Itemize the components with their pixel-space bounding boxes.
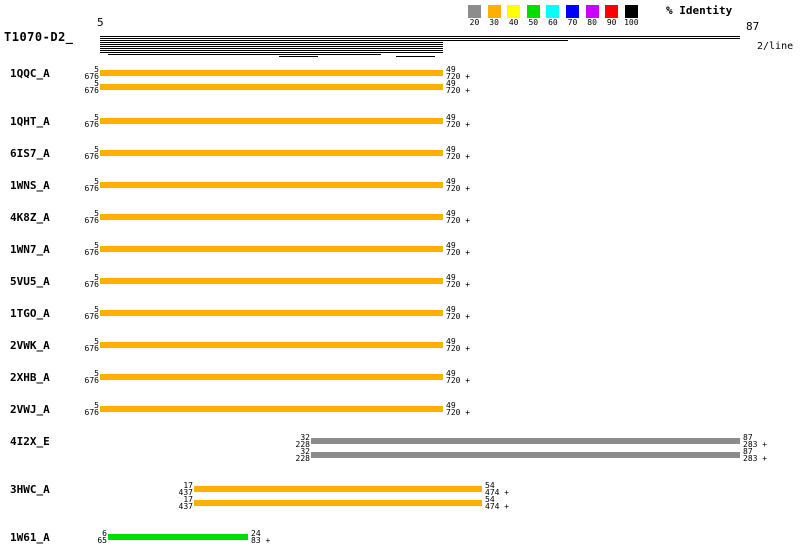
alignment-bar-2VWJ_A[interactable]: [100, 406, 443, 412]
row-label-2VWJ_A[interactable]: 2VWJ_A: [10, 404, 50, 415]
template-start: 676: [85, 217, 99, 225]
template-start: 228: [296, 455, 310, 463]
row-label-4I2X_E[interactable]: 4I2X_E: [10, 436, 50, 447]
template-end-strand: 720 +: [446, 87, 470, 95]
ruler-start-tick: 5: [97, 16, 104, 29]
template-end-strand: 720 +: [446, 217, 470, 225]
alignment-bar-1QQC_A[interactable]: [100, 84, 443, 90]
template-start: 676: [85, 185, 99, 193]
legend-swatch-70: [566, 5, 579, 18]
template-start: 676: [85, 87, 99, 95]
ruler-line-segment: [100, 44, 443, 45]
template-start: 676: [85, 281, 99, 289]
ruler-line-segment: [100, 48, 443, 49]
row-label-2VWK_A[interactable]: 2VWK_A: [10, 340, 50, 351]
template-end-strand: 720 +: [446, 377, 470, 385]
legend-swatch-60: [546, 5, 559, 18]
page-title: T1070-D2_: [4, 30, 74, 44]
alignment-bar-2XHB_A[interactable]: [100, 374, 443, 380]
alignment-bar-4I2X_E[interactable]: [311, 438, 740, 444]
row-label-1QHT_A[interactable]: 1QHT_A: [10, 116, 50, 127]
legend-swatch-40: [507, 5, 520, 18]
legend-swatch-50: [527, 5, 540, 18]
ruler-line-segment: [279, 56, 318, 57]
alignment-bar-3HWC_A[interactable]: [194, 500, 482, 506]
template-end-strand: 720 +: [446, 185, 470, 193]
wrap-note-label: 2/line: [757, 41, 793, 52]
alignment-bar-4K8Z_A[interactable]: [100, 214, 443, 220]
template-end-strand: 474 +: [485, 503, 509, 511]
ruler-line-segment: [100, 50, 443, 51]
row-label-2XHB_A[interactable]: 2XHB_A: [10, 372, 50, 383]
template-end-strand: 720 +: [446, 281, 470, 289]
row-label-3HWC_A[interactable]: 3HWC_A: [10, 484, 50, 495]
ruler-line-segment: [100, 36, 740, 37]
template-start: 676: [85, 153, 99, 161]
template-end-strand: 720 +: [446, 345, 470, 353]
alignment-bar-2VWK_A[interactable]: [100, 342, 443, 348]
template-start: 676: [85, 121, 99, 129]
template-start: 676: [85, 409, 99, 417]
alignment-bar-1W61_A[interactable]: [108, 534, 248, 540]
ruler-line-segment: [100, 46, 443, 47]
template-end-strand: 720 +: [446, 313, 470, 321]
template-end-strand: 720 +: [446, 249, 470, 257]
ruler-line-segment: [100, 52, 443, 53]
legend-swatch-30: [488, 5, 501, 18]
legend-swatch-80: [586, 5, 599, 18]
template-end-strand: 83 +: [251, 537, 270, 545]
row-label-1W61_A[interactable]: 1W61_A: [10, 532, 50, 543]
alignment-bar-1WN7_A[interactable]: [100, 246, 443, 252]
ruler-line-segment: [108, 54, 381, 55]
alignment-bar-6IS7_A[interactable]: [100, 150, 443, 156]
template-start: 676: [85, 249, 99, 257]
template-end-strand: 720 +: [446, 121, 470, 129]
row-label-6IS7_A[interactable]: 6IS7_A: [10, 148, 50, 159]
row-label-1WNS_A[interactable]: 1WNS_A: [10, 180, 50, 191]
legend-swatch-20: [468, 5, 481, 18]
alignment-coverage-plot: T1070-D2_ 5 87 2/line % Identity 2030405…: [0, 0, 800, 550]
template-end-strand: 720 +: [446, 153, 470, 161]
ruler-line-segment: [396, 56, 435, 57]
template-end-strand: 720 +: [446, 409, 470, 417]
ruler-line-segment: [100, 38, 740, 39]
row-label-4K8Z_A[interactable]: 4K8Z_A: [10, 212, 50, 223]
alignment-bar-4I2X_E[interactable]: [311, 452, 740, 458]
legend-title: % Identity: [666, 4, 732, 17]
template-start: 676: [85, 377, 99, 385]
alignment-bar-1QHT_A[interactable]: [100, 118, 443, 124]
alignment-bar-1WNS_A[interactable]: [100, 182, 443, 188]
legend-swatch-90: [605, 5, 618, 18]
legend-swatch-100: [625, 5, 638, 18]
row-label-1TGO_A[interactable]: 1TGO_A: [10, 308, 50, 319]
alignment-bar-1QQC_A[interactable]: [100, 70, 443, 76]
template-start: 437: [179, 503, 193, 511]
legend-bin-label: 100: [620, 19, 642, 27]
row-label-5VU5_A[interactable]: 5VU5_A: [10, 276, 50, 287]
template-start: 676: [85, 345, 99, 353]
ruler-line-segment: [100, 42, 443, 43]
template-start: 65: [97, 537, 107, 545]
row-label-1QQC_A[interactable]: 1QQC_A: [10, 68, 50, 79]
template-start: 676: [85, 313, 99, 321]
ruler-end-tick: 87: [746, 20, 759, 33]
alignment-bar-3HWC_A[interactable]: [194, 486, 482, 492]
row-label-1WN7_A[interactable]: 1WN7_A: [10, 244, 50, 255]
alignment-bar-1TGO_A[interactable]: [100, 310, 443, 316]
template-end-strand: 283 +: [743, 455, 767, 463]
alignment-bar-5VU5_A[interactable]: [100, 278, 443, 284]
ruler-line-segment: [100, 40, 568, 41]
